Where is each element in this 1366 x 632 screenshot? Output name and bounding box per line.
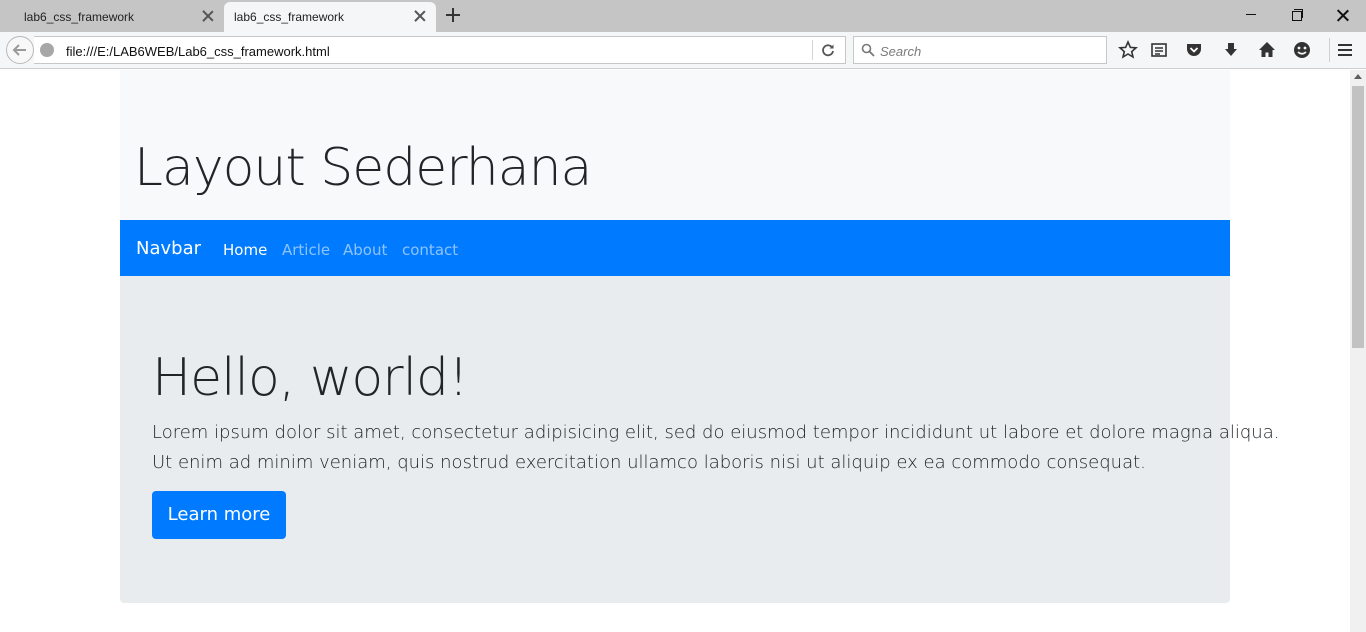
jumbotron-lead: Lorem ipsum dolor sit amet, consectetur … [152, 418, 1280, 478]
window-close-icon[interactable] [1320, 0, 1366, 30]
url-text[interactable]: file:///E:/LAB6WEB/Lab6_css_framework.ht… [66, 44, 330, 59]
scroll-thumb[interactable] [1352, 86, 1364, 348]
search-bar[interactable]: Search [853, 36, 1107, 64]
reload-icon[interactable] [821, 43, 835, 57]
globe-icon [40, 43, 54, 57]
restore-icon[interactable] [1274, 0, 1320, 30]
jumbotron-title: Hello, world! [152, 348, 469, 408]
download-icon[interactable] [1221, 40, 1241, 60]
tab-title: lab6_css_framework [24, 10, 135, 24]
tab-strip: lab6_css_framework lab6_css_framework [0, 0, 1366, 32]
learn-more-button[interactable]: Learn more [152, 491, 286, 539]
browser-tab-1[interactable]: lab6_css_framework [0, 2, 224, 32]
site-navbar: Navbar Home Article About contact [120, 220, 1230, 276]
navbar-brand[interactable]: Navbar [136, 238, 201, 259]
star-icon[interactable] [1118, 40, 1138, 60]
divider [812, 40, 813, 60]
back-button[interactable] [6, 36, 34, 64]
page-scrollbar[interactable] [1350, 70, 1366, 632]
nav-link-about[interactable]: About [343, 241, 387, 259]
address-bar[interactable]: file:///E:/LAB6WEB/Lab6_css_framework.ht… [34, 36, 846, 64]
nav-link-contact[interactable]: contact [402, 241, 458, 259]
tab-close-icon[interactable] [414, 10, 426, 22]
lead-line: Lorem ipsum dolor sit amet, consectetur … [152, 422, 1280, 443]
minimize-icon[interactable] [1228, 0, 1274, 30]
browser-toolbar: file:///E:/LAB6WEB/Lab6_css_framework.ht… [0, 32, 1366, 69]
page-header: Layout Sederhana [120, 70, 1230, 220]
reading-list-icon[interactable] [1149, 40, 1169, 60]
nav-link-article[interactable]: Article [282, 241, 330, 259]
search-icon [861, 43, 875, 57]
lead-line: Ut enim ad minim veniam, quis nostrud ex… [152, 452, 1146, 473]
tab-title: lab6_css_framework [234, 10, 345, 24]
divider [1329, 38, 1330, 62]
pocket-icon[interactable] [1184, 40, 1204, 60]
browser-tab-2[interactable]: lab6_css_framework [224, 2, 436, 32]
search-placeholder: Search [880, 44, 922, 59]
back-arrow-icon [12, 44, 26, 56]
scroll-up-icon[interactable] [1354, 74, 1362, 79]
menu-icon[interactable] [1335, 40, 1355, 60]
nav-link-home[interactable]: Home [223, 241, 267, 259]
new-tab-icon[interactable] [444, 6, 462, 24]
page-viewport: Layout Sederhana Navbar Home Article Abo… [0, 70, 1350, 632]
smiley-icon[interactable] [1292, 40, 1312, 60]
tab-close-icon[interactable] [202, 10, 214, 22]
jumbotron: Hello, world! Lorem ipsum dolor sit amet… [120, 276, 1280, 603]
page-title: Layout Sederhana [134, 138, 592, 198]
home-icon[interactable] [1257, 40, 1277, 60]
